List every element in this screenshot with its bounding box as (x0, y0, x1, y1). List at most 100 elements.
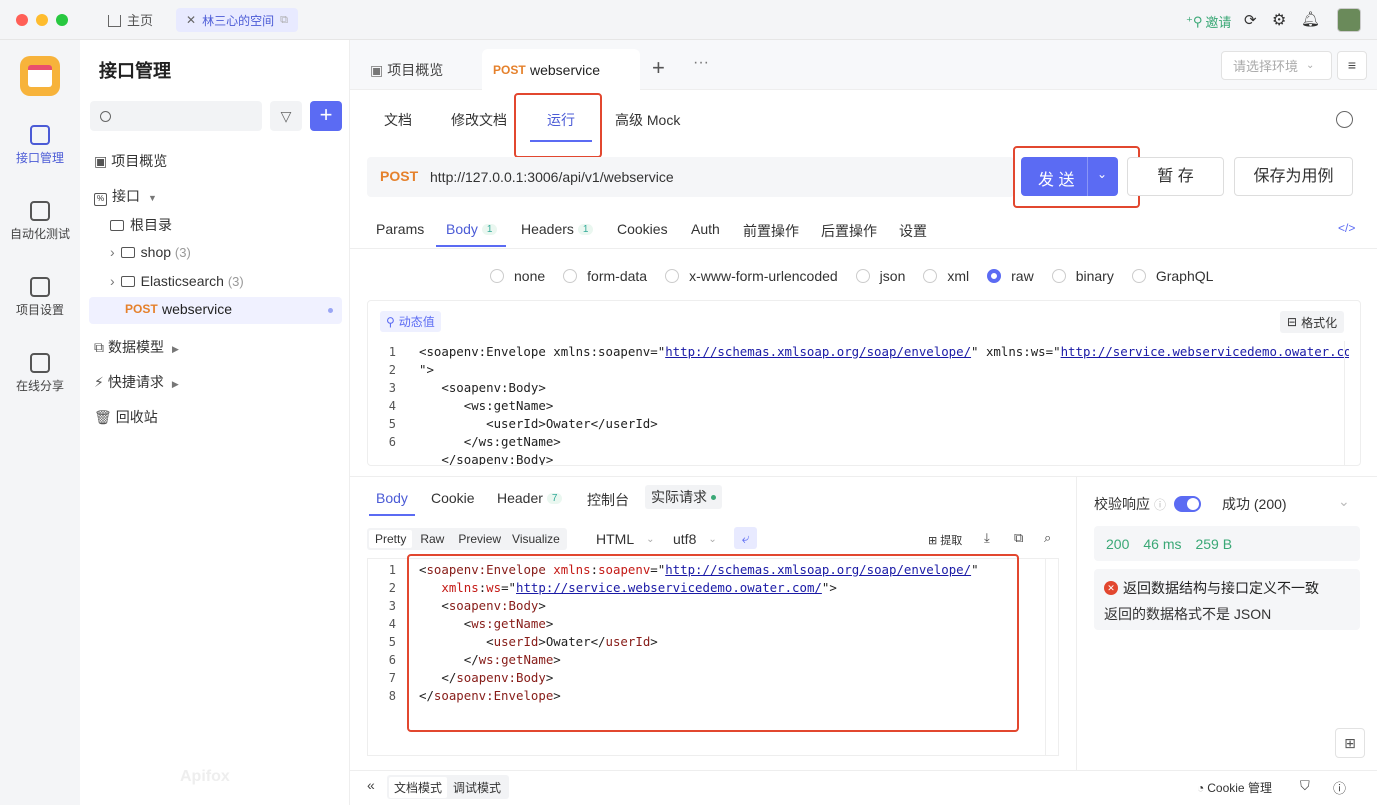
avatar[interactable] (1337, 8, 1361, 32)
encoding-select[interactable]: utf8 ⌄ (673, 531, 717, 547)
search-input[interactable] (90, 101, 262, 131)
rail-item-online-share[interactable]: 在线分享 (0, 353, 80, 394)
tree-item-overview[interactable]: ▣ 项目概览 (94, 151, 167, 171)
extract-button[interactable]: ⊞ 提取 (928, 532, 962, 548)
layout-panel-button[interactable]: ⊞ (1335, 728, 1365, 758)
validate-toggle[interactable] (1174, 496, 1202, 512)
tree-item-recycle[interactable]: 🗑︎ 回收站 (94, 407, 158, 427)
tree-item-active[interactable]: POST webservice (89, 297, 342, 324)
gear-icon[interactable]: ⚙ (1272, 10, 1286, 30)
tab-params[interactable]: Params (376, 221, 424, 237)
mode-debug[interactable]: 调试模式 (447, 777, 507, 798)
tree-item-label: 回收站 (115, 409, 158, 425)
tree-item-root[interactable]: 根目录 (110, 215, 172, 235)
tab-edit-doc[interactable]: 修改文档 (451, 110, 507, 130)
tab-advanced-mock[interactable]: 高级 Mock (615, 110, 680, 130)
line-number: 2 (388, 363, 396, 377)
view-preview[interactable]: Preview (452, 530, 507, 548)
tab-body[interactable]: Body 1 (446, 221, 498, 237)
view-visualize[interactable]: Visualize (507, 530, 565, 548)
editor-scrollbar[interactable] (1344, 341, 1358, 465)
resp-tab-body[interactable]: Body (376, 490, 408, 506)
tree-item-folder-elasticsearch[interactable]: › Elasticsearch (3) (110, 273, 244, 289)
grid-icon: ▣ (94, 153, 108, 169)
add-button[interactable]: + (310, 101, 342, 131)
save-temp-button[interactable]: 暂 存 (1127, 157, 1224, 196)
tab-pre-ops[interactable]: 前置操作 (743, 221, 799, 241)
layout-toggle-icon[interactable] (1336, 111, 1353, 128)
status-select[interactable]: 成功 (200) (1222, 494, 1287, 514)
sync-icon[interactable]: ⟳ (1244, 11, 1257, 29)
editor-scrollbar[interactable] (1045, 559, 1059, 755)
format-button[interactable]: ⊟ 格式化 (1280, 311, 1345, 333)
resp-tab-header[interactable]: Header 7 (497, 490, 563, 506)
view-pretty[interactable]: Pretty (369, 530, 413, 548)
collapse-icon[interactable]: « (367, 777, 375, 793)
radio-graphql[interactable]: GraphQL (1131, 268, 1213, 284)
bell-icon[interactable]: 🔔︎ (1301, 10, 1320, 28)
tab-auth[interactable]: Auth (691, 221, 720, 237)
tab-cookies[interactable]: Cookies (617, 221, 668, 237)
wrap-toggle[interactable]: ⤶ (734, 527, 757, 549)
download-icon[interactable]: ⤓ (984, 530, 990, 546)
tab-headers[interactable]: Headers 1 (521, 221, 594, 237)
layout-icon: ⊞ (1344, 735, 1356, 751)
cookie-manager-button[interactable]: ◔ Cookie 管理 (1197, 779, 1272, 796)
radio-raw[interactable]: raw (987, 268, 1034, 284)
main-panel: ▣ 项目概览 POST webservice + ··· 请选择环境 ⌄ ≡ 文档… (350, 40, 1377, 805)
tree-item-quick-request[interactable]: ⚡︎ 快捷请求 ▶ (94, 372, 179, 392)
tab-active-webservice[interactable]: POST webservice (482, 49, 640, 91)
invite-button[interactable]: ⁺⚲ 邀请 (1186, 12, 1231, 31)
space-tab[interactable]: ✕ 林三心的空间 ⧉ (176, 8, 298, 32)
resp-tab-console[interactable]: 控制台 (587, 490, 629, 510)
radio-none[interactable]: none (490, 268, 545, 284)
radio-xml[interactable]: xml (923, 268, 969, 284)
tree-item-api[interactable]: % 接口 ▼ (94, 186, 157, 206)
chevron-down-icon[interactable]: ⌄ (1338, 493, 1350, 510)
rail-item-api-management[interactable]: 接口管理 (0, 125, 80, 166)
resp-tab-cookie[interactable]: Cookie (431, 490, 475, 506)
env-select[interactable]: 请选择环境 ⌄ (1221, 51, 1332, 80)
url-input[interactable]: http://127.0.0.1:3006/api/v1/webservice (430, 169, 674, 185)
menu-button[interactable]: ≡ (1337, 51, 1367, 80)
request-body-editor[interactable]: ⚲ 动态值 ⊟ 格式化 1 2 3 4 5 6 <soapenv:Envelope … (367, 300, 1361, 466)
status-code: 200 (1106, 535, 1130, 552)
tree-item-folder-shop[interactable]: › shop (3) (110, 244, 191, 260)
tree-item-data-model[interactable]: ⧉ 数据模型 ▶ (94, 337, 179, 357)
view-raw[interactable]: Raw (412, 530, 452, 548)
shirt-icon[interactable]: ⛉ (1300, 778, 1310, 794)
minimize-window-button[interactable] (36, 14, 48, 26)
method-select[interactable]: POST (380, 168, 418, 184)
folder-count: (3) (227, 274, 244, 289)
help-icon[interactable]: ⓘ (1333, 778, 1346, 797)
zoom-window-button[interactable] (56, 14, 68, 26)
mode-doc[interactable]: 文档模式 (389, 776, 448, 798)
url-bar[interactable]: POST http://127.0.0.1:3006/api/v1/webser… (367, 157, 1014, 197)
wrap-icon: ⤶ (741, 530, 750, 546)
code-icon[interactable]: </> (1338, 221, 1355, 235)
filter-button[interactable]: ▽ (270, 101, 302, 131)
save-as-case-button[interactable]: 保存为用例 (1234, 157, 1353, 196)
close-icon[interactable]: ✕ (186, 13, 196, 27)
radio-json[interactable]: json (855, 268, 905, 284)
resp-tab-actual-request[interactable]: 实际请求 (645, 485, 722, 509)
close-window-button[interactable] (16, 14, 28, 26)
rail-item-automation[interactable]: 自动化测试 (0, 201, 80, 242)
more-tabs-button[interactable]: ··· (693, 54, 709, 72)
radio-urlencoded[interactable]: x-www-form-urlencoded (665, 268, 838, 284)
new-tab-button[interactable]: + (652, 55, 665, 81)
radio-form-data[interactable]: form-data (563, 268, 647, 284)
tab-settings[interactable]: 设置 (899, 221, 927, 241)
home-tab[interactable]: 主页 (108, 10, 153, 29)
tab-post-ops[interactable]: 后置操作 (821, 221, 877, 241)
tab-project-overview[interactable]: ▣ 项目概览 (370, 60, 443, 80)
format-select[interactable]: HTML ⌄ (596, 531, 655, 547)
rail-item-project-settings[interactable]: 项目设置 (0, 277, 80, 318)
tab-doc[interactable]: 文档 (384, 110, 412, 130)
request-code: <soapenv:Envelope xmlns:soapenv="http://… (419, 344, 1349, 465)
dynamic-value-button[interactable]: ⚲ 动态值 (380, 311, 441, 332)
plus-icon: + (652, 55, 665, 80)
search-icon[interactable]: ⌕ (1044, 530, 1051, 546)
radio-binary[interactable]: binary (1051, 268, 1114, 284)
copy-icon[interactable]: ⧉ (1014, 530, 1023, 546)
